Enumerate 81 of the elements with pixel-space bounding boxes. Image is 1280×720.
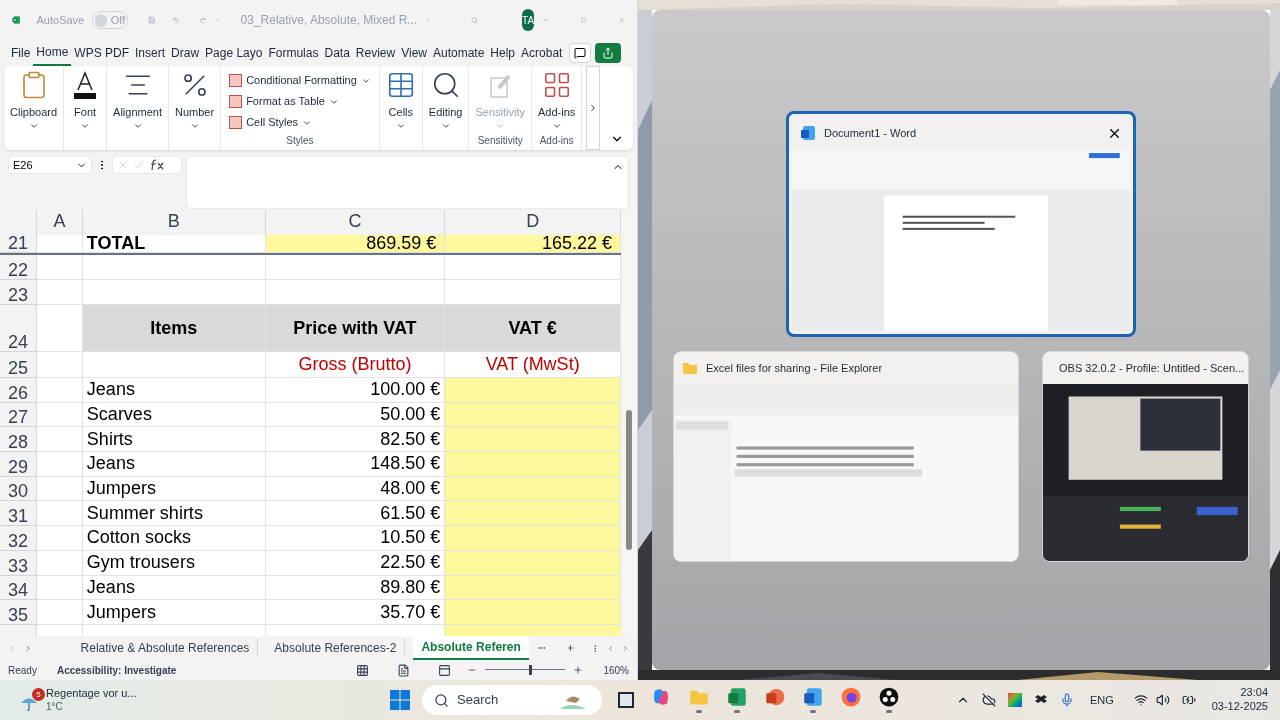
styles-menu-button[interactable]: Cell Styles	[229, 112, 313, 133]
row-header[interactable]: 25	[0, 352, 37, 378]
table-cell: Jeans	[82, 575, 266, 601]
row-header[interactable]: 26	[0, 378, 37, 403]
ribbon-tab[interactable]: Help	[487, 40, 519, 66]
ribbon-tab[interactable]: Review	[352, 40, 399, 66]
window-thumbnail[interactable]: Document1 - Word	[786, 111, 1136, 337]
sheet-tab[interactable]: Absolute Referen	[413, 636, 529, 660]
table-cell: Cotton socks	[82, 526, 266, 551]
styles-menu-button[interactable]: Format as Table	[229, 91, 339, 112]
table-cell: Gross (Brutto)	[265, 352, 446, 378]
ribbon-button[interactable]: Font	[70, 70, 101, 131]
language-indicator[interactable]: ENG	[1089, 691, 1114, 709]
group-caption: Sensitivity	[477, 134, 523, 148]
table-cell: Jeans	[82, 378, 266, 403]
row-header[interactable]: 27	[0, 402, 37, 428]
ribbon-button[interactable]: Clipboard	[10, 70, 58, 131]
ribbon-button[interactable]: Add-ins	[538, 70, 576, 131]
status-text: Ready	[8, 663, 37, 678]
ribbon-tab[interactable]: File	[8, 40, 34, 66]
window-title: Excel files for sharing - File Explorer	[706, 360, 883, 376]
search-field[interactable]: Search	[422, 685, 602, 715]
row-header[interactable]: 21	[0, 235, 37, 253]
ribbon-tab[interactable]: Page Layo	[202, 40, 266, 66]
row-header[interactable]: 32	[0, 526, 37, 551]
column-header[interactable]: A	[36, 210, 83, 235]
row-header[interactable]: 24	[0, 305, 37, 352]
autosave-label: AutoSave	[36, 12, 85, 28]
ribbon-button[interactable]: Number	[175, 70, 215, 131]
clock[interactable]: 23:04 03-12-2025	[1211, 686, 1268, 714]
row-header[interactable]: 29	[0, 452, 37, 477]
user-avatar[interactable]: TA	[522, 9, 535, 31]
row-header[interactable]: 31	[0, 501, 37, 527]
temperature: 1°C	[46, 700, 64, 714]
table-cell: Gym trousers	[82, 550, 266, 576]
table-cell: Jumpers	[82, 600, 266, 625]
ribbon-button[interactable]: Alignment	[113, 70, 162, 131]
weather-widget[interactable]: 5 Regentage vor u... 1°C	[12, 682, 232, 718]
table-cell: Scarves	[82, 402, 266, 428]
ribbon-tab[interactable]: Insert	[132, 40, 169, 66]
window-title: OBS 32.0.2 - Profile: Untitled - Scen...	[1059, 360, 1245, 376]
table-cell: 869.59 €	[265, 235, 446, 253]
group-caption: Styles	[286, 134, 314, 148]
table-cell: Jumpers	[82, 476, 266, 502]
accessibility-status[interactable]: Accessibility: Investigate	[56, 662, 177, 678]
ribbon-tab[interactable]: View	[398, 40, 430, 66]
sheet-tab[interactable]: Relative & Absolute References	[72, 639, 259, 657]
sheet-tab[interactable]: Absolute References-2	[266, 639, 406, 657]
group-caption: Add-ins	[539, 134, 574, 148]
window-title: Document1 - Word	[824, 125, 917, 141]
ribbon-tab[interactable]: WPS PDF	[71, 40, 133, 66]
table-cell: 165.22 €	[445, 235, 621, 253]
row-header[interactable]: 34	[0, 575, 37, 601]
ribbon-button[interactable]: Editing	[428, 70, 463, 131]
column-header[interactable]: B	[82, 210, 266, 235]
row-header[interactable]: 22	[0, 255, 37, 280]
table-cell: VAT €	[445, 305, 621, 352]
weather-text: Regentage vor u...	[46, 686, 137, 701]
row-header[interactable]: 23	[0, 280, 37, 305]
window-thumbnail[interactable]: OBS 32.0.2 - Profile: Untitled - Scen...	[1042, 351, 1249, 562]
ribbon-tab[interactable]: Formulas	[265, 40, 322, 66]
row-header[interactable]: 35	[0, 600, 37, 625]
table-cell: Items	[82, 305, 266, 352]
table-cell: Jeans	[82, 452, 266, 477]
row-header[interactable]: 28	[0, 427, 37, 453]
table-cell: TOTAL	[82, 235, 266, 253]
table-cell: Summer shirts	[82, 501, 266, 527]
ribbon-tab[interactable]: Data	[321, 40, 353, 66]
name-box[interactable]: E26	[8, 156, 92, 174]
table-cell: Price with VAT	[265, 305, 446, 352]
row-header[interactable]: 33	[0, 550, 37, 576]
styles-menu-button[interactable]: Conditional Formatting	[229, 70, 371, 91]
ribbon-tab[interactable]: Draw	[168, 40, 203, 66]
window-thumbnail[interactable]: Excel files for sharing - File Explorer	[673, 351, 1019, 562]
ribbon-tab[interactable]: Automate	[430, 40, 488, 66]
row-header[interactable]: 30	[0, 476, 37, 502]
notification-badge: 5	[32, 688, 45, 701]
zoom-level[interactable]: 160%	[603, 662, 629, 678]
ribbon-tab[interactable]: Acrobat	[518, 40, 566, 66]
table-cell: Shirts	[82, 427, 266, 453]
ribbon-button[interactable]: Cells	[385, 70, 416, 131]
